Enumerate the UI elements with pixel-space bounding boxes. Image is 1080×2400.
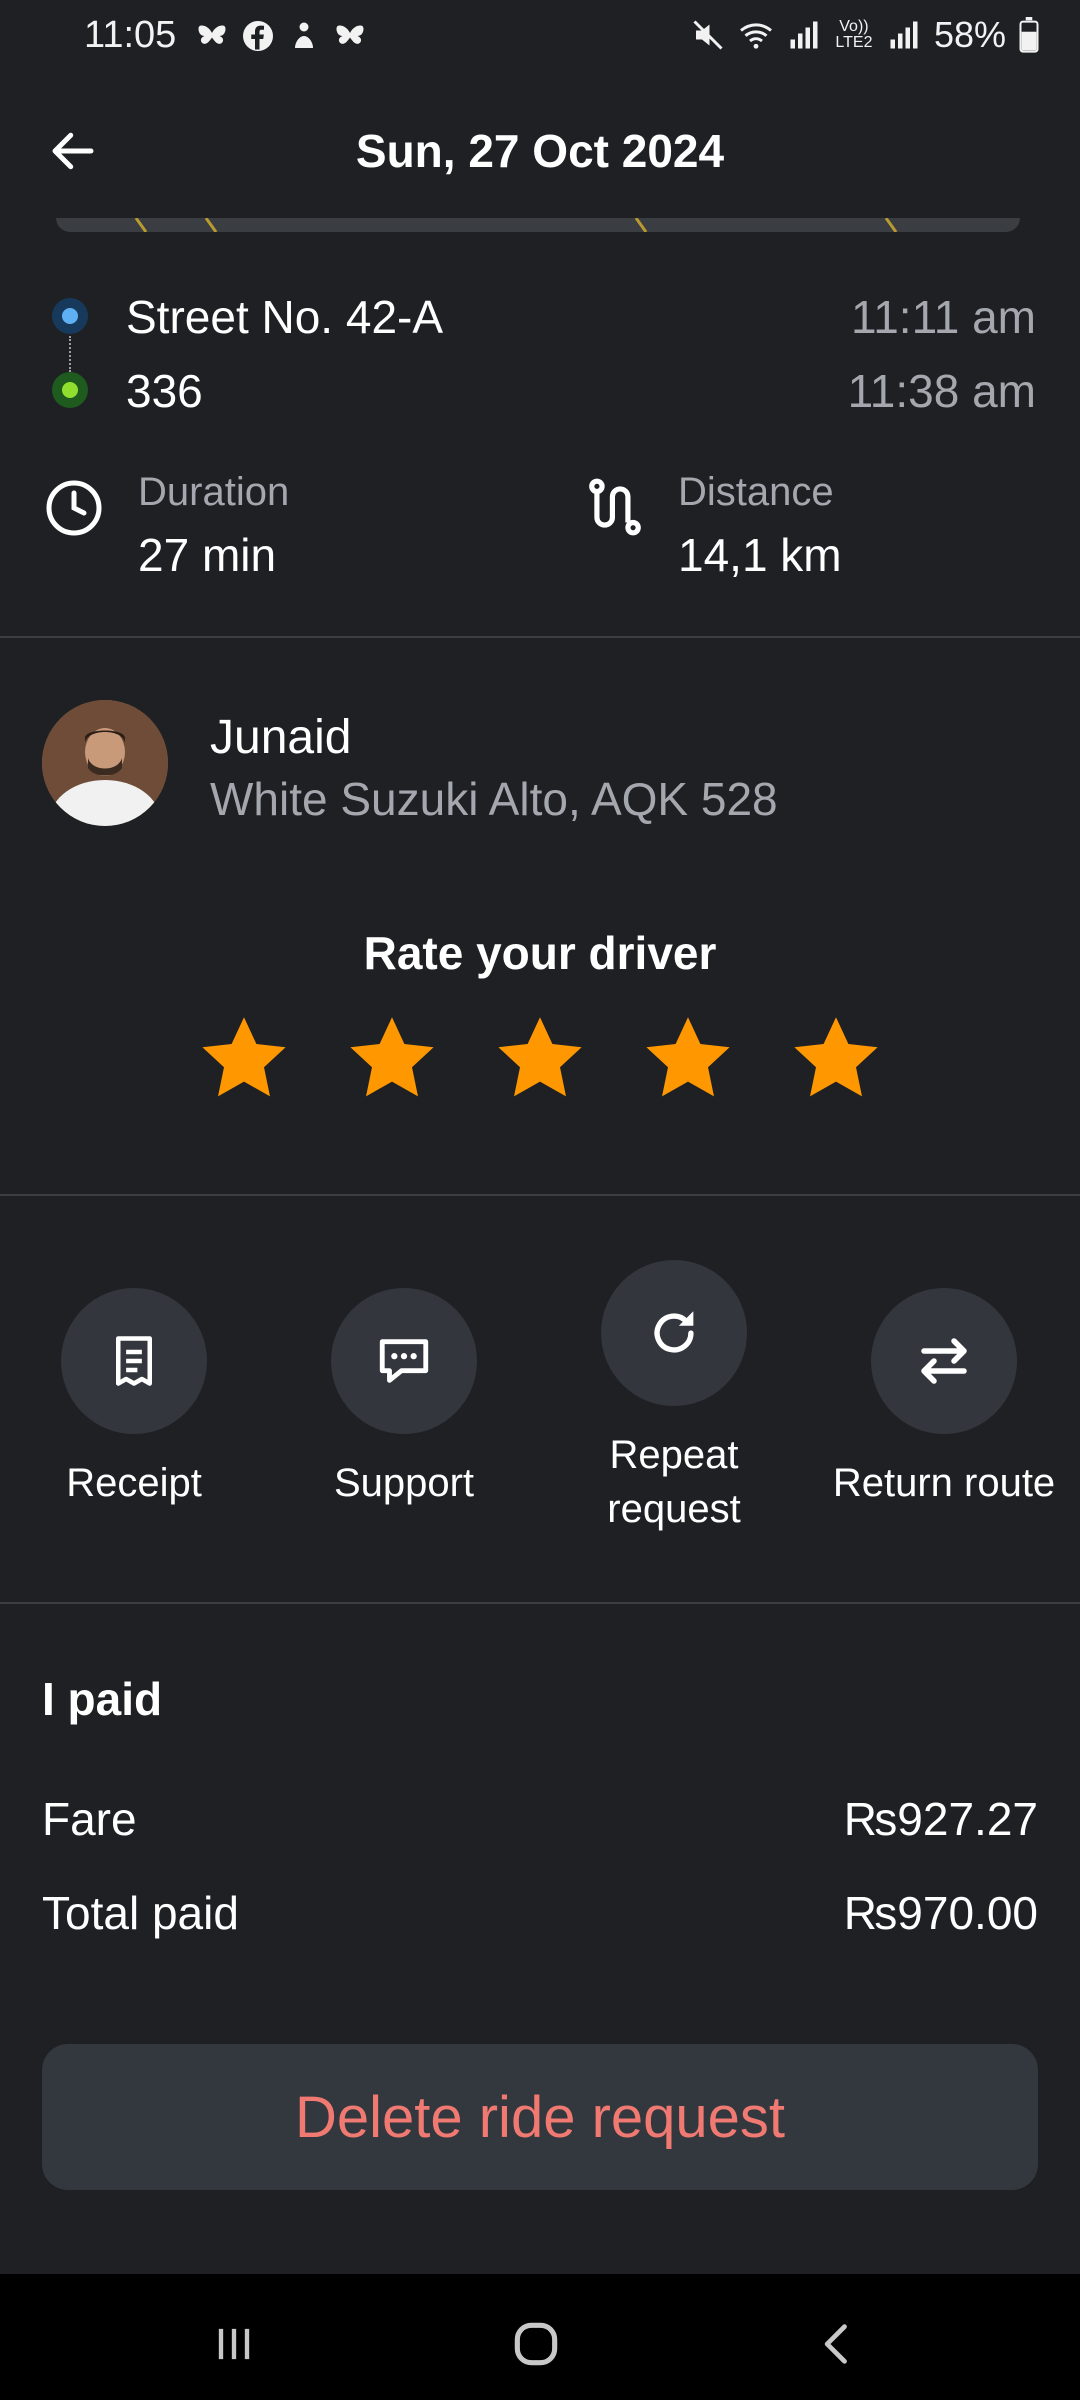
star-rating[interactable]: [196, 1010, 884, 1106]
chevron-left-icon: [824, 2324, 847, 2364]
duration-value: 27 min: [138, 529, 277, 581]
route-icon: [589, 478, 641, 536]
clock-icon: [46, 480, 102, 536]
map-route-lines: [134, 218, 898, 232]
signal-icon: [790, 21, 818, 49]
receipt-button[interactable]: Receipt: [34, 1288, 234, 1510]
distance-label: Distance: [678, 470, 834, 514]
receipt-circle: [61, 1288, 207, 1434]
divider: [0, 636, 1080, 638]
driver-photo: [42, 700, 168, 826]
star-icon[interactable]: [492, 1010, 588, 1106]
back-nav-button[interactable]: [808, 2314, 868, 2374]
return-route-label: Return route: [832, 1461, 1056, 1505]
avatar: [42, 700, 168, 826]
support-label: Support: [333, 1461, 475, 1505]
divider: [0, 1194, 1080, 1196]
recent-apps-icon: [218, 2328, 250, 2360]
driver-name: Junaid: [210, 711, 352, 764]
signal-icon: [890, 21, 918, 49]
chat-icon: [379, 1339, 429, 1383]
dropoff-time: 11:38 am: [847, 365, 1036, 417]
fare-value: ₨927.27: [843, 1793, 1038, 1845]
notification-icons: [194, 18, 368, 54]
star-icon[interactable]: [344, 1010, 440, 1106]
duration-label: Duration: [138, 470, 290, 514]
total-paid-label: Total paid: [42, 1887, 239, 1939]
driver-car: White Suzuki Alto, AQK 528: [210, 773, 778, 825]
system-icons: Vo)) LTE2 58%: [690, 14, 1040, 56]
volte-label: Vo)) LTE2: [835, 18, 873, 51]
pickup-time: 11:11 am: [851, 291, 1036, 343]
swap-arrows-icon: [921, 1338, 967, 1384]
page-title: Sun, 27 Oct 2024: [355, 125, 725, 177]
repeat-circle: [601, 1260, 747, 1406]
battery-percent: 58%: [933, 14, 1006, 55]
route-connector: [69, 336, 73, 372]
rate-driver-title: Rate your driver: [363, 927, 717, 979]
recent-apps-button[interactable]: [204, 2314, 264, 2374]
distance-value: 14,1 km: [678, 529, 842, 581]
divider: [0, 1602, 1080, 1604]
butterfly-icon: [336, 25, 364, 44]
star-icon[interactable]: [788, 1010, 884, 1106]
star-icon[interactable]: [640, 1010, 736, 1106]
status-bar: 11:05 Vo)) LTE2 58%: [0, 0, 1080, 78]
threads-icon: [295, 22, 313, 48]
star-icon[interactable]: [196, 1010, 292, 1106]
mute-icon: [693, 20, 723, 50]
refresh-icon: [654, 1311, 694, 1353]
dropoff-dot-icon: [52, 372, 88, 408]
repeat-request-label: Repeat request: [607, 1433, 741, 1531]
status-time: 11:05: [84, 14, 177, 56]
butterfly-icon: [198, 25, 226, 44]
battery-icon: [1019, 17, 1039, 53]
repeat-request-button[interactable]: Repeat request: [574, 1260, 774, 1536]
dropoff-address: 336: [126, 365, 203, 417]
return-circle: [871, 1288, 1017, 1434]
delete-ride-button[interactable]: Delete ride request: [42, 2044, 1038, 2190]
pickup-dot-icon: [52, 298, 88, 334]
return-route-button[interactable]: Return route: [833, 1288, 1055, 1510]
wifi-icon: [739, 23, 772, 49]
home-button[interactable]: [506, 2314, 566, 2374]
receipt-label: Receipt: [66, 1461, 202, 1505]
receipt-icon: [116, 1336, 152, 1386]
fare-label: Fare: [42, 1793, 137, 1845]
support-button[interactable]: Support: [304, 1288, 504, 1510]
payment-title: I paid: [42, 1673, 163, 1725]
facebook-icon: [243, 21, 273, 51]
map-preview[interactable]: [56, 218, 1020, 232]
total-paid-value: ₨970.00: [843, 1887, 1038, 1939]
home-icon: [514, 2322, 558, 2366]
support-circle: [331, 1288, 477, 1434]
pickup-address: Street No. 42-A: [126, 291, 444, 343]
